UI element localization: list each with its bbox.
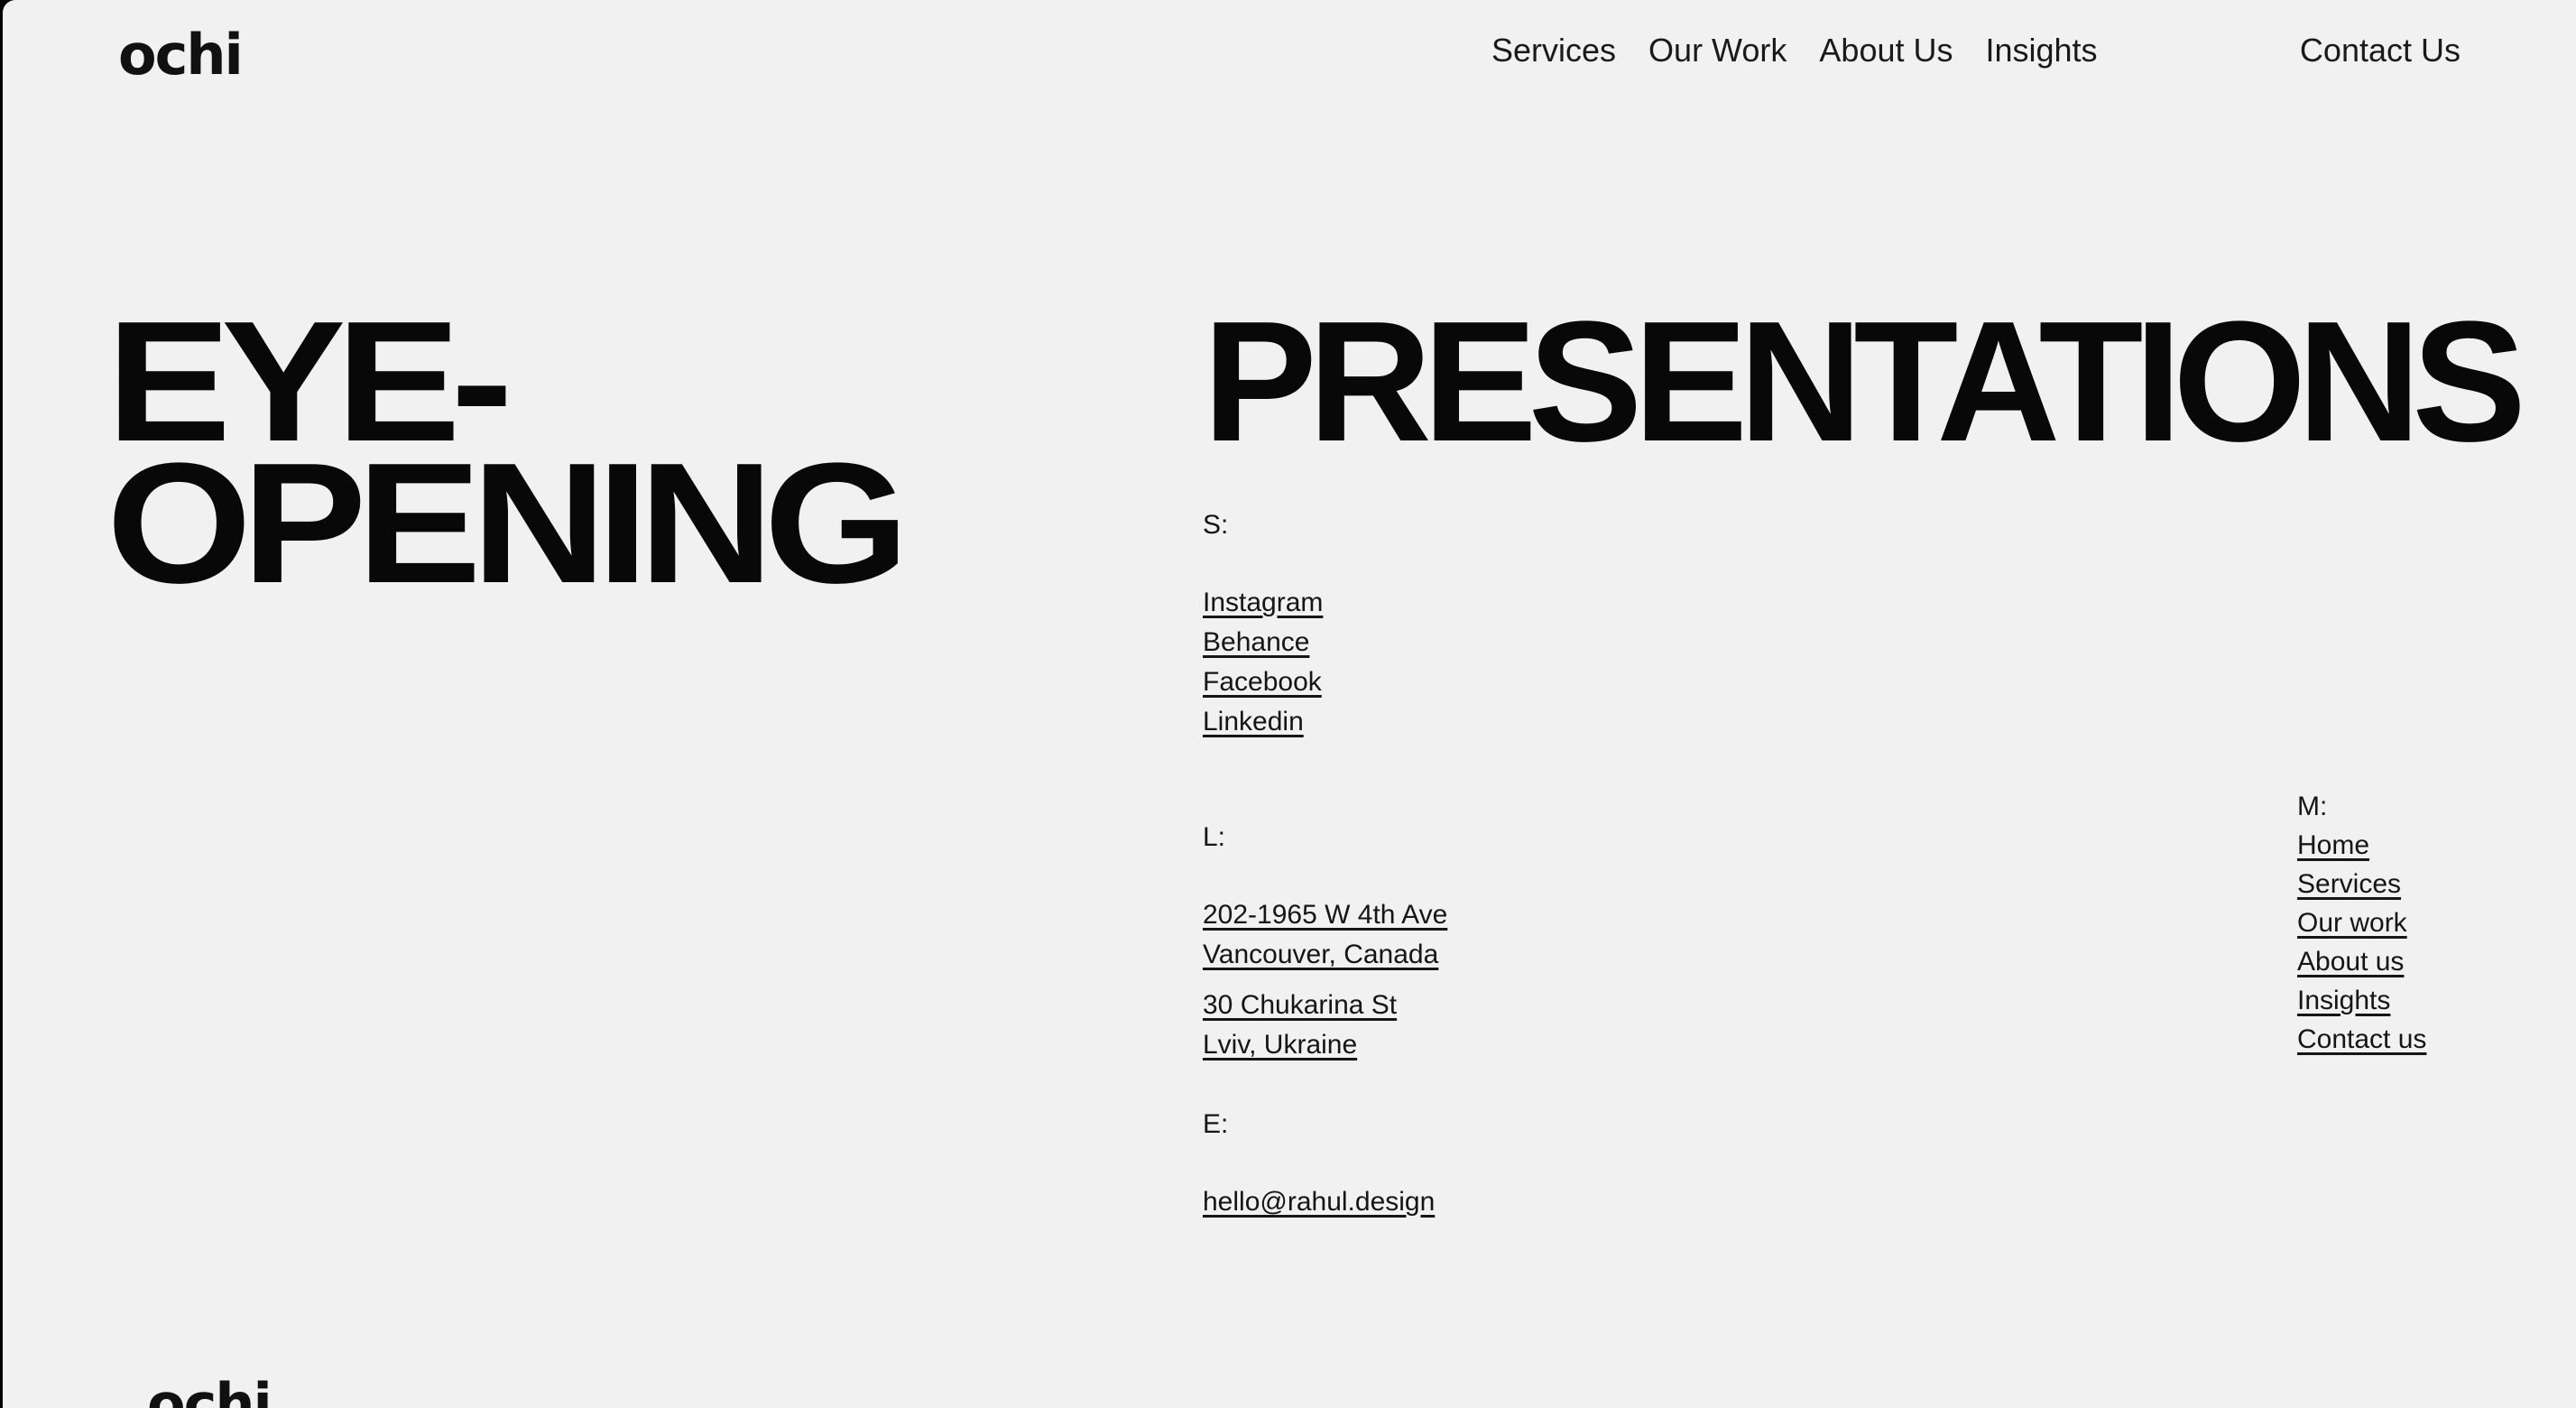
hero-right-line: PRESENTATIONS <box>1203 286 2526 477</box>
menu-link-our-work[interactable]: Our work <box>2297 903 2426 942</box>
footer-logo: ochi <box>147 1371 272 1408</box>
address-line[interactable]: Lviv, Ukraine <box>1203 1025 1447 1065</box>
contact-nav: Contact Us <box>2300 34 2461 67</box>
address-line[interactable]: 202-1965 W 4th Ave <box>1203 895 1447 935</box>
page: ochi Services Our Work About Us Insights… <box>3 0 2576 1408</box>
nav-our-work[interactable]: Our Work <box>1648 34 1787 67</box>
locations-section: L: 202-1965 W 4th Ave Vancouver, Canada … <box>1203 818 1447 1076</box>
logo[interactable]: ochi <box>118 27 244 83</box>
hero-heading-right: PRESENTATIONS <box>1203 286 2526 477</box>
menu-link-insights[interactable]: Insights <box>2297 981 2426 1020</box>
hero-heading-left: EYE- OPENING <box>106 296 909 619</box>
menu-link-services[interactable]: Services <box>2297 865 2426 903</box>
nav-about-us[interactable]: About Us <box>1819 34 1953 67</box>
hero-left-line-2: OPENING <box>106 428 909 619</box>
main-nav: Services Our Work About Us Insights <box>1491 34 2098 67</box>
address-line[interactable]: 30 Chukarina St <box>1203 986 1447 1025</box>
menu-link-about-us[interactable]: About us <box>2297 942 2426 981</box>
social-link-linkedin[interactable]: Linkedin <box>1203 702 1323 742</box>
email-link[interactable]: hello@rahul.design <box>1203 1182 1435 1222</box>
social-link-behance[interactable]: Behance <box>1203 623 1323 662</box>
locations-label: L: <box>1203 822 1226 852</box>
nav-contact-us[interactable]: Contact Us <box>2300 34 2461 67</box>
footer-menu: M: Home Services Our work About us Insig… <box>2297 787 2426 1059</box>
address-line[interactable]: Vancouver, Canada <box>1203 935 1447 975</box>
socials-label: S: <box>1203 510 1229 540</box>
menu-link-contact-us[interactable]: Contact us <box>2297 1020 2426 1059</box>
socials-section: S: Instagram Behance Facebook Linkedin <box>1203 505 1323 742</box>
menu-label: M: <box>2297 792 2328 821</box>
address-vancouver: 202-1965 W 4th Ave Vancouver, Canada <box>1203 895 1447 975</box>
social-link-instagram[interactable]: Instagram <box>1203 583 1323 623</box>
menu-link-home[interactable]: Home <box>2297 826 2426 865</box>
email-section: E: hello@rahul.design <box>1203 1105 1435 1222</box>
social-link-facebook[interactable]: Facebook <box>1203 662 1323 702</box>
email-label: E: <box>1203 1109 1229 1139</box>
address-lviv: 30 Chukarina St Lviv, Ukraine <box>1203 986 1447 1065</box>
nav-insights[interactable]: Insights <box>1985 34 2097 67</box>
nav-services[interactable]: Services <box>1491 34 1616 67</box>
